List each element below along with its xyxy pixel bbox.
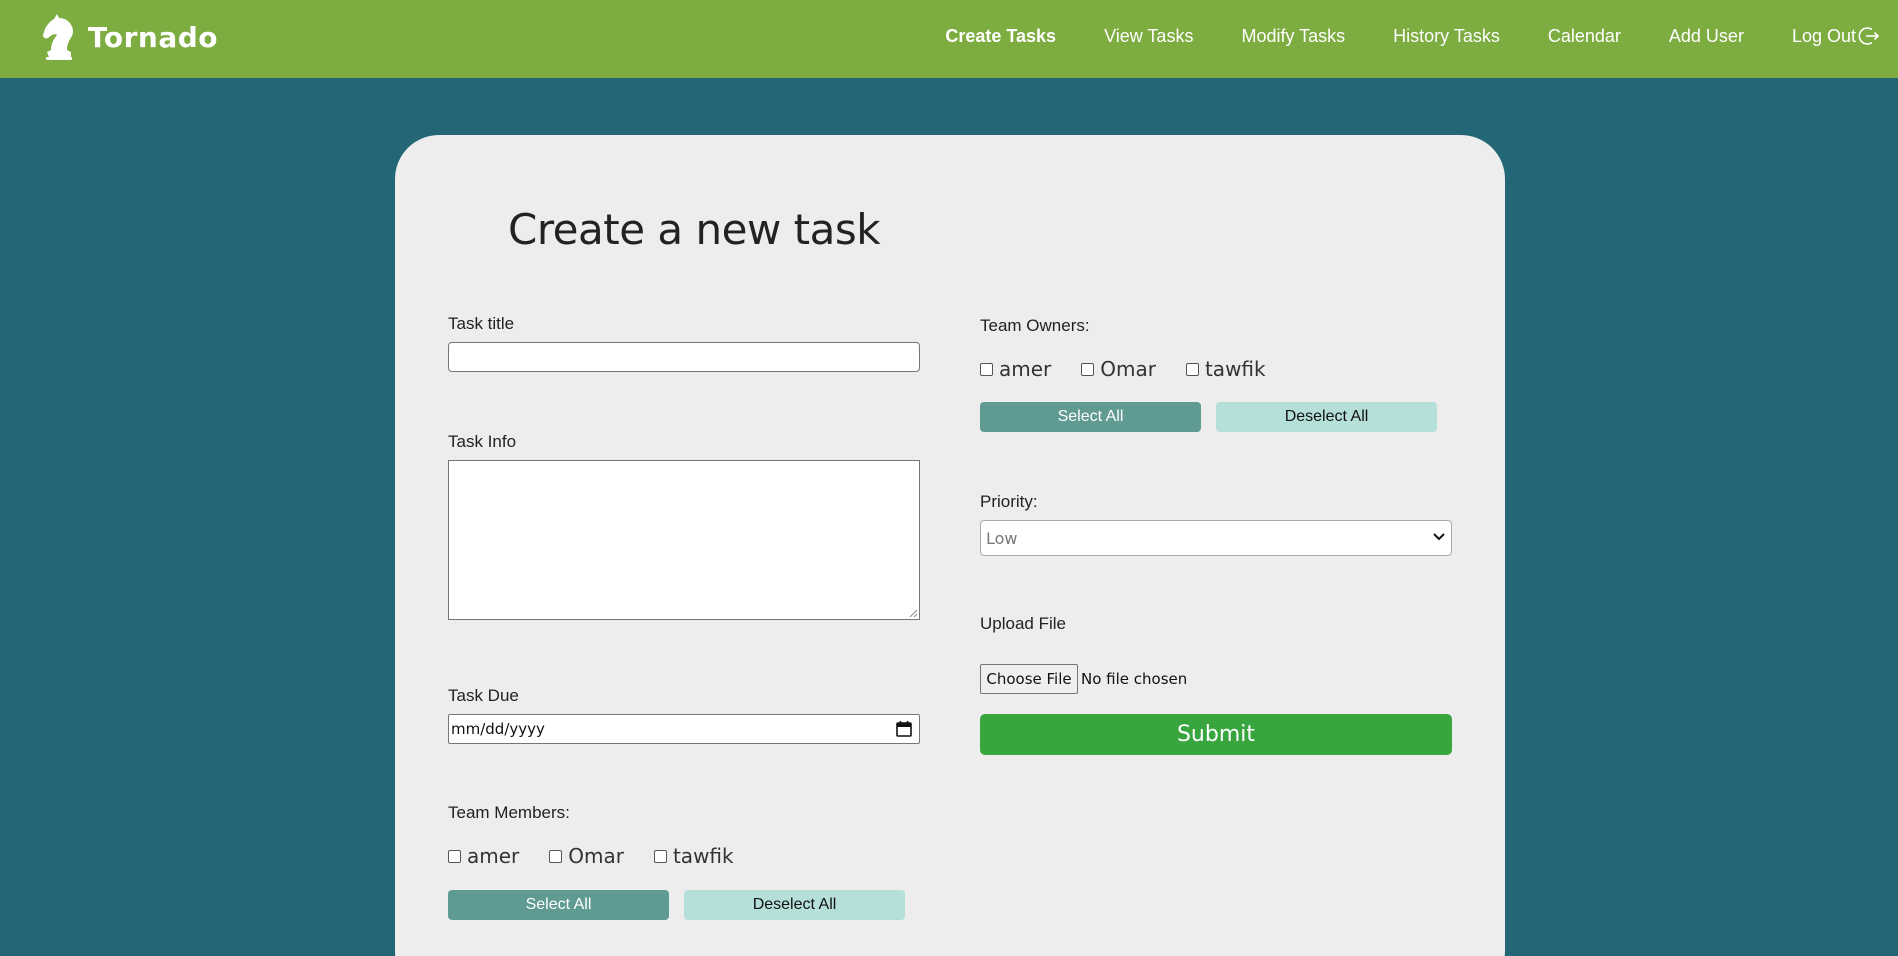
- checkbox-box[interactable]: [448, 849, 461, 863]
- task-due-label: Task Due: [448, 686, 519, 705]
- nav-log-out-label: Log Out: [1791, 25, 1856, 46]
- task-title-input[interactable]: [448, 342, 920, 372]
- nav-add-user[interactable]: Add User: [1669, 26, 1744, 47]
- chevron-down-icon: [1433, 533, 1445, 541]
- checkbox-label: Omar: [568, 844, 624, 868]
- logout-icon: [1858, 27, 1880, 45]
- team-owners-label: Team Owners:: [980, 316, 1090, 335]
- priority-label: Priority:: [980, 492, 1038, 511]
- navbar: Tornado Create Tasks View Tasks Modify T…: [0, 0, 1898, 78]
- file-status-text: No file chosen: [1081, 670, 1188, 688]
- team-owners-checkboxes: amer Omar tawfik: [980, 357, 1296, 381]
- task-due-placeholder: mm/dd/yyyy: [451, 720, 545, 738]
- nav-log-out[interactable]: Log Out: [1792, 25, 1880, 47]
- nav-view-tasks[interactable]: View Tasks: [1104, 26, 1193, 47]
- team-owners-deselect-all-button[interactable]: Deselect All: [1216, 402, 1437, 432]
- nav-history-tasks[interactable]: History Tasks: [1393, 26, 1500, 47]
- upload-file-label: Upload File: [980, 614, 1066, 633]
- nav-calendar[interactable]: Calendar: [1548, 26, 1621, 47]
- team-members-deselect-all-button[interactable]: Deselect All: [684, 890, 905, 920]
- priority-select[interactable]: Low: [980, 520, 1452, 556]
- team-members-select-all-button[interactable]: Select All: [448, 890, 669, 920]
- task-title-label: Task title: [448, 314, 515, 333]
- chess-knight-icon: [43, 14, 73, 60]
- task-info-textarea[interactable]: [448, 460, 920, 620]
- checkbox-label: tawfik: [672, 844, 734, 868]
- checkbox-box[interactable]: [1185, 362, 1199, 376]
- brand-name: Tornado: [88, 20, 219, 54]
- resize-grip-icon[interactable]: [908, 608, 918, 618]
- team-owners-select-all-button[interactable]: Select All: [980, 402, 1201, 432]
- team-member-checkbox[interactable]: tawfik: [653, 844, 734, 868]
- checkbox-box[interactable]: [653, 849, 667, 863]
- task-due-date-input[interactable]: mm/dd/yyyy: [448, 714, 920, 744]
- team-members-checkboxes: amer Omar tawfik: [448, 844, 764, 868]
- checkbox-box[interactable]: [549, 849, 563, 863]
- create-task-card: Create a new task Task title Task Info T…: [395, 135, 1505, 956]
- team-member-checkbox[interactable]: Omar: [549, 844, 624, 868]
- nav-modify-tasks[interactable]: Modify Tasks: [1241, 26, 1345, 47]
- nav-create-tasks[interactable]: Create Tasks: [945, 26, 1056, 47]
- checkbox-label: amer: [999, 357, 1052, 381]
- nav-links: Create Tasks View Tasks Modify Tasks His…: [897, 0, 1880, 72]
- team-owner-checkbox[interactable]: Omar: [1081, 357, 1156, 381]
- page-title: Create a new task: [508, 205, 881, 254]
- submit-button[interactable]: Submit: [980, 714, 1452, 755]
- team-member-checkbox[interactable]: amer: [448, 844, 519, 868]
- team-members-label: Team Members:: [448, 803, 570, 822]
- team-owner-checkbox[interactable]: amer: [980, 357, 1051, 381]
- task-info-label: Task Info: [448, 432, 517, 451]
- calendar-icon[interactable]: [895, 720, 913, 738]
- checkbox-box[interactable]: [980, 362, 993, 376]
- checkbox-label: Omar: [1100, 357, 1156, 381]
- team-owner-checkbox[interactable]: tawfik: [1185, 357, 1266, 381]
- checkbox-label: amer: [467, 844, 520, 868]
- priority-selected-value: Low: [986, 528, 1018, 548]
- checkbox-label: tawfik: [1204, 357, 1266, 381]
- brand[interactable]: Tornado: [40, 12, 218, 62]
- checkbox-box[interactable]: [1081, 362, 1095, 376]
- choose-file-button[interactable]: Choose File: [980, 664, 1078, 694]
